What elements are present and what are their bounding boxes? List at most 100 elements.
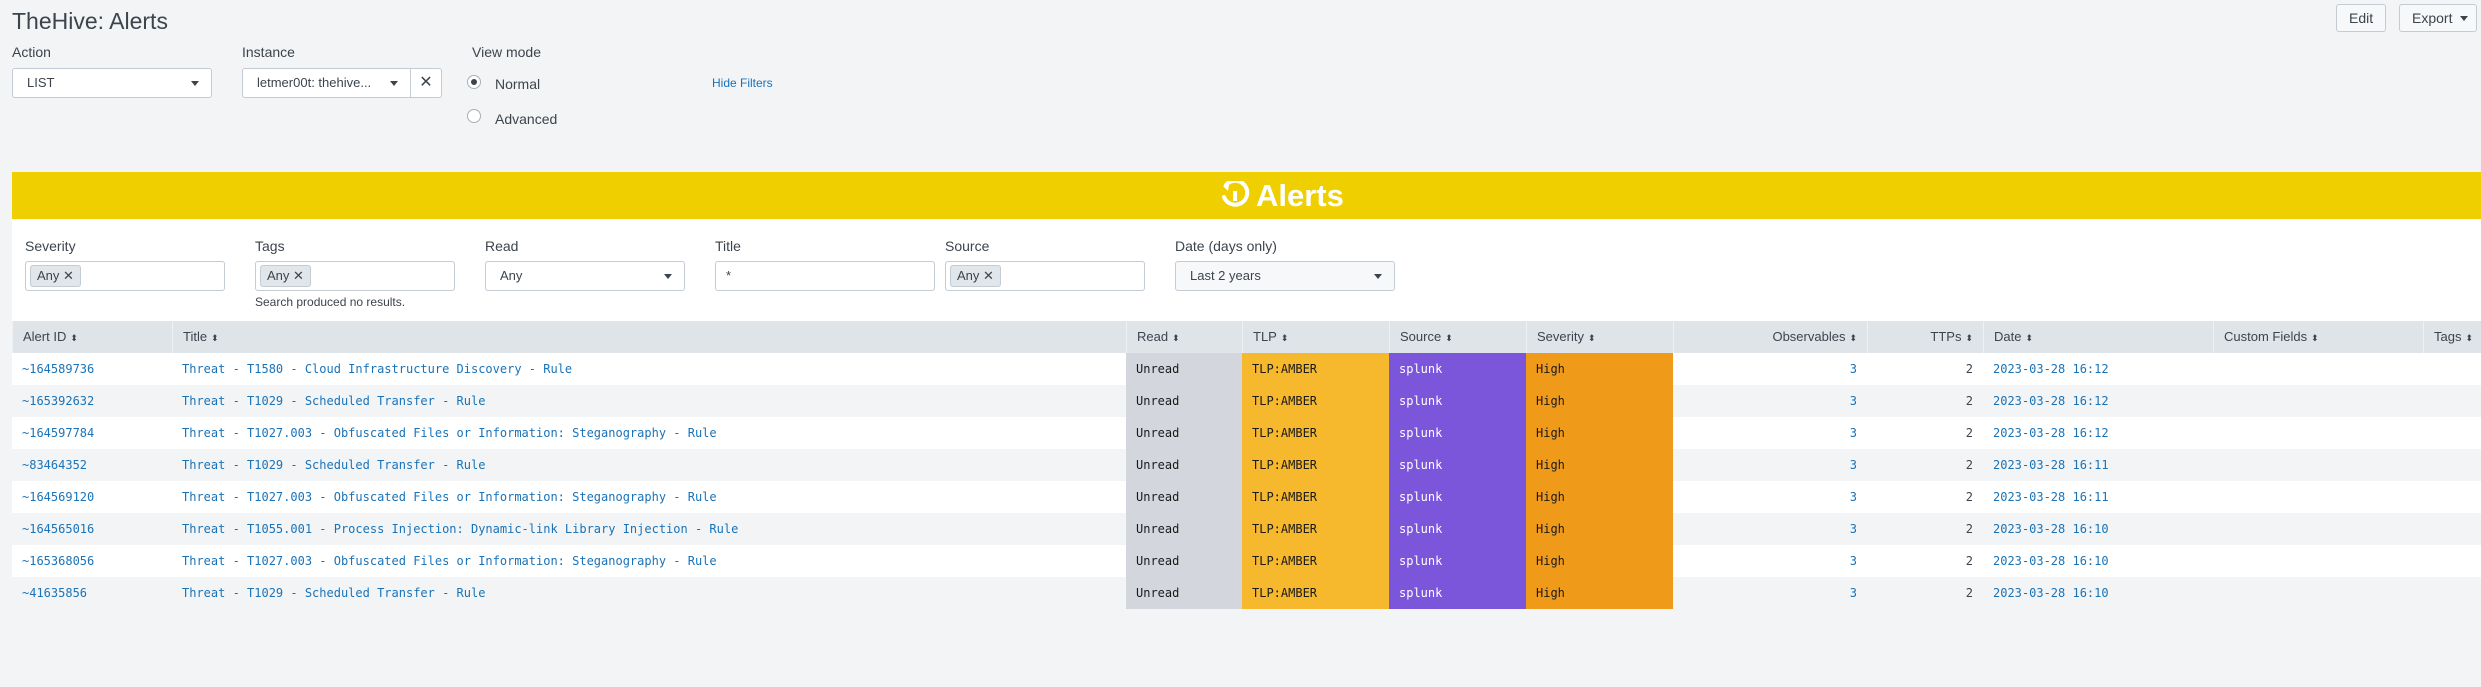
read-filter-dropdown[interactable]: Any — [485, 261, 685, 291]
date-cell[interactable]: 2023-03-28 16:12 — [1983, 353, 2213, 385]
severity-cell: High — [1526, 545, 1673, 577]
source-cell: splunk — [1389, 545, 1526, 577]
col-ttps[interactable]: TTPs ⬍ — [1867, 321, 1983, 353]
alert-title-link[interactable]: Threat - T1055.001 - Process Injection: … — [172, 513, 1126, 545]
alerts-banner: Alerts — [12, 172, 2481, 219]
col-title[interactable]: Title ⬍ — [172, 321, 1126, 353]
date-filter-dropdown[interactable]: Last 2 years — [1175, 261, 1395, 291]
source-filter-input[interactable]: Any ✕ — [945, 261, 1145, 291]
tags-filter-input[interactable]: Any ✕ — [255, 261, 455, 291]
close-icon[interactable]: ✕ — [293, 268, 304, 283]
col-tlp[interactable]: TLP ⬍ — [1242, 321, 1389, 353]
close-icon[interactable]: ✕ — [63, 268, 74, 283]
observables-cell[interactable]: 3 — [1673, 449, 1867, 481]
tags-tag[interactable]: Any ✕ — [260, 265, 311, 287]
severity-cell: High — [1526, 385, 1673, 417]
alert-id-link[interactable]: ~41635856 — [12, 577, 172, 609]
table-row[interactable]: ~165368056 Threat - T1027.003 - Obfuscate… — [12, 545, 2481, 577]
table-row[interactable]: ~165392632 Threat - T1029 - Scheduled Tra… — [12, 385, 2481, 417]
severity-filter-label: Severity — [25, 238, 76, 254]
source-cell: splunk — [1389, 577, 1526, 609]
observables-cell[interactable]: 3 — [1673, 481, 1867, 513]
edit-button[interactable]: Edit — [2336, 4, 2387, 32]
close-icon[interactable]: ✕ — [983, 268, 994, 283]
thehive-logo-icon — [1222, 181, 1250, 207]
col-source[interactable]: Source ⬍ — [1389, 321, 1526, 353]
col-read[interactable]: Read ⬍ — [1126, 321, 1242, 353]
alert-title-link[interactable]: Threat - T1029 - Scheduled Transfer - Ru… — [172, 577, 1126, 609]
date-cell[interactable]: 2023-03-28 16:10 — [1983, 577, 2213, 609]
alert-title-link[interactable]: Threat - T1027.003 - Obfuscated Files or… — [172, 545, 1126, 577]
chevron-down-icon — [2460, 16, 2468, 21]
chevron-down-icon — [664, 274, 672, 279]
clear-instance-button[interactable]: ✕ — [410, 68, 442, 98]
table-row[interactable]: ~83464352 Threat - T1029 - Scheduled Tran… — [12, 449, 2481, 481]
date-cell[interactable]: 2023-03-28 16:12 — [1983, 385, 2213, 417]
title-filter-input[interactable]: * — [715, 261, 935, 291]
ttps-cell: 2 — [1965, 522, 1973, 536]
alert-id-link[interactable]: ~164597784 — [12, 417, 172, 449]
observables-cell[interactable]: 3 — [1673, 385, 1867, 417]
col-alert-id[interactable]: Alert ID ⬍ — [12, 321, 172, 353]
date-cell[interactable]: 2023-03-28 16:12 — [1983, 417, 2213, 449]
source-filter-label: Source — [945, 238, 990, 254]
alert-title-link[interactable]: Threat - T1027.003 - Obfuscated Files or… — [172, 481, 1126, 513]
read-cell: Unread — [1126, 481, 1242, 513]
observables-cell[interactable]: 3 — [1673, 577, 1867, 609]
sort-icon: ⬍ — [70, 333, 78, 343]
source-cell: splunk — [1389, 481, 1526, 513]
alert-title-link[interactable]: Threat - T1029 - Scheduled Transfer - Ru… — [172, 449, 1126, 481]
alert-id-link[interactable]: ~164565016 — [12, 513, 172, 545]
sort-icon: ⬍ — [1965, 333, 1973, 343]
date-filter-label: Date (days only) — [1175, 238, 1277, 254]
col-tags[interactable]: Tags ⬍ — [2423, 321, 2481, 353]
radio-normal[interactable] — [467, 75, 481, 89]
ttps-cell: 2 — [1965, 394, 1973, 408]
severity-tag[interactable]: Any ✕ — [30, 265, 81, 287]
severity-filter-input[interactable]: Any ✕ — [25, 261, 225, 291]
col-severity[interactable]: Severity ⬍ — [1526, 321, 1673, 353]
ttps-cell: 2 — [1965, 362, 1973, 376]
view-mode-label: View mode — [472, 44, 542, 60]
date-cell[interactable]: 2023-03-28 16:10 — [1983, 545, 2213, 577]
alert-id-link[interactable]: ~165368056 — [12, 545, 172, 577]
severity-cell: High — [1526, 353, 1673, 385]
tlp-cell: TLP:AMBER — [1242, 449, 1389, 481]
alert-id-link[interactable]: ~164589736 — [12, 353, 172, 385]
table-row[interactable]: ~41635856 Threat - T1029 - Scheduled Tran… — [12, 577, 2481, 609]
page-title: TheHive: Alerts — [12, 8, 168, 34]
table-row[interactable]: ~164569120 Threat - T1027.003 - Obfuscate… — [12, 481, 2481, 513]
read-cell: Unread — [1126, 577, 1242, 609]
export-button[interactable]: Export — [2399, 4, 2477, 32]
observables-cell[interactable]: 3 — [1673, 545, 1867, 577]
sort-icon: ⬍ — [1587, 333, 1596, 343]
col-date[interactable]: Date ⬍ — [1983, 321, 2213, 353]
table-row[interactable]: ~164597784 Threat - T1027.003 - Obfuscate… — [12, 417, 2481, 449]
alert-title-link[interactable]: Threat - T1029 - Scheduled Transfer - Ru… — [172, 385, 1126, 417]
table-row[interactable]: ~164565016 Threat - T1055.001 - Process I… — [12, 513, 2481, 545]
instance-dropdown[interactable]: letmer00t: thehive... — [242, 68, 411, 98]
hide-filters-link[interactable]: Hide Filters — [712, 76, 773, 90]
observables-cell[interactable]: 3 — [1673, 513, 1867, 545]
source-cell: splunk — [1389, 417, 1526, 449]
radio-advanced[interactable] — [467, 109, 481, 123]
date-cell[interactable]: 2023-03-28 16:11 — [1983, 481, 2213, 513]
read-cell: Unread — [1126, 417, 1242, 449]
alert-id-link[interactable]: ~165392632 — [12, 385, 172, 417]
source-tag[interactable]: Any ✕ — [950, 265, 1001, 287]
action-dropdown[interactable]: LIST — [12, 68, 212, 98]
source-cell: splunk — [1389, 449, 1526, 481]
observables-cell[interactable]: 3 — [1673, 417, 1867, 449]
alert-title-link[interactable]: Threat - T1580 - Cloud Infrastructure Di… — [172, 353, 1126, 385]
date-cell[interactable]: 2023-03-28 16:11 — [1983, 449, 2213, 481]
observables-cell[interactable]: 3 — [1673, 353, 1867, 385]
col-custom-fields[interactable]: Custom Fields ⬍ — [2213, 321, 2423, 353]
alert-title-link[interactable]: Threat - T1027.003 - Obfuscated Files or… — [172, 417, 1126, 449]
alert-id-link[interactable]: ~83464352 — [12, 449, 172, 481]
table-row[interactable]: ~164589736 Threat - T1580 - Cloud Infrast… — [12, 353, 2481, 385]
col-observables[interactable]: Observables ⬍ — [1673, 321, 1867, 353]
sort-icon: ⬍ — [2311, 333, 2319, 343]
read-cell: Unread — [1126, 385, 1242, 417]
date-cell[interactable]: 2023-03-28 16:10 — [1983, 513, 2213, 545]
alert-id-link[interactable]: ~164569120 — [12, 481, 172, 513]
